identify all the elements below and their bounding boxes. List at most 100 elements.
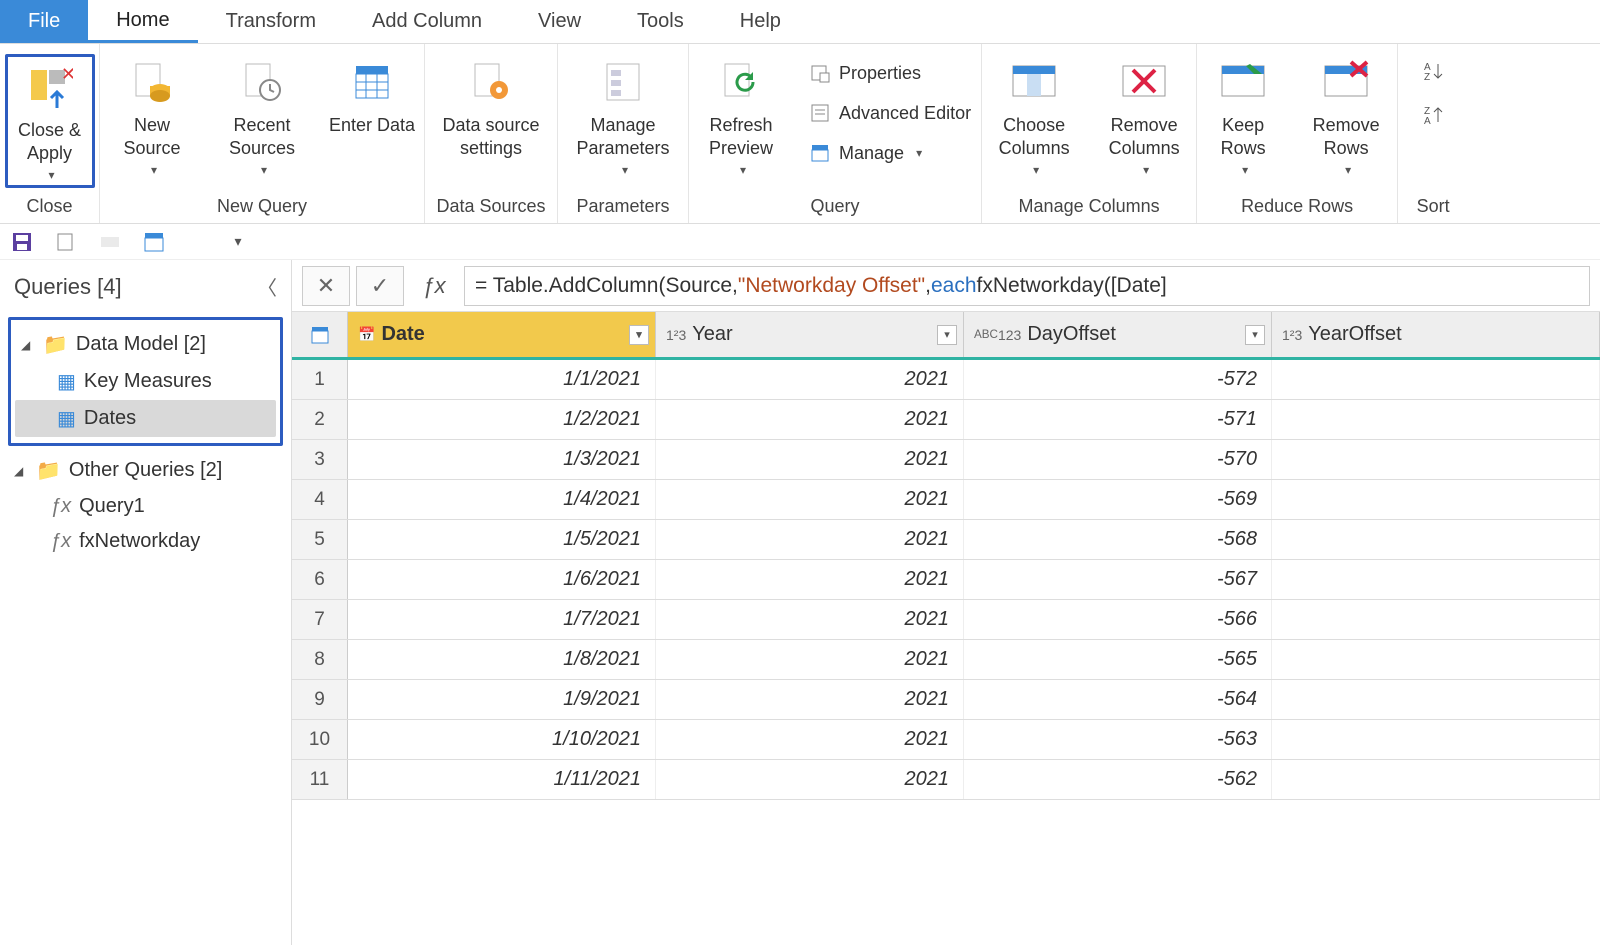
enter-data-button[interactable]: Enter Data bbox=[326, 54, 418, 137]
close-apply-button[interactable]: ✕ Close & Apply bbox=[10, 59, 90, 183]
cell-yearoffset[interactable] bbox=[1272, 440, 1600, 479]
properties-button[interactable]: Properties bbox=[805, 56, 975, 90]
row-header-corner[interactable] bbox=[292, 312, 348, 357]
cell-date[interactable]: 1/5/2021 bbox=[348, 520, 656, 559]
table-row[interactable]: 21/2/20212021-571 bbox=[292, 400, 1600, 440]
qat-icon-3[interactable] bbox=[98, 230, 122, 254]
sort-desc-button[interactable]: ZA bbox=[1418, 98, 1448, 132]
folder-other-queries[interactable]: ◢ 📁 Other Queries [2] bbox=[8, 452, 283, 489]
cell-year[interactable]: 2021 bbox=[656, 480, 964, 519]
table-row[interactable]: 101/10/20212021-563 bbox=[292, 720, 1600, 760]
cell-yearoffset[interactable] bbox=[1272, 680, 1600, 719]
cell-dayoffset[interactable]: -562 bbox=[964, 760, 1272, 799]
table-row[interactable]: 81/8/20212021-565 bbox=[292, 640, 1600, 680]
cell-year[interactable]: 2021 bbox=[656, 440, 964, 479]
table-row[interactable]: 51/5/20212021-568 bbox=[292, 520, 1600, 560]
cell-dayoffset[interactable]: -565 bbox=[964, 640, 1272, 679]
cell-dayoffset[interactable]: -569 bbox=[964, 480, 1272, 519]
cell-dayoffset[interactable]: -567 bbox=[964, 560, 1272, 599]
row-number[interactable]: 2 bbox=[292, 400, 348, 439]
column-header-year[interactable]: 1²3 Year ▾ bbox=[656, 312, 964, 357]
sort-asc-button[interactable]: AZ bbox=[1418, 54, 1448, 88]
menu-file[interactable]: File bbox=[0, 0, 88, 43]
cell-date[interactable]: 1/11/2021 bbox=[348, 760, 656, 799]
query-fxnetworkday[interactable]: ƒx fxNetworkday bbox=[8, 524, 283, 559]
cell-date[interactable]: 1/1/2021 bbox=[348, 360, 656, 399]
qat-customize-icon[interactable]: ▾ bbox=[226, 230, 250, 254]
row-number[interactable]: 4 bbox=[292, 480, 348, 519]
refresh-preview-button[interactable]: Refresh Preview bbox=[695, 54, 787, 178]
cell-year[interactable]: 2021 bbox=[656, 520, 964, 559]
cell-date[interactable]: 1/10/2021 bbox=[348, 720, 656, 759]
table-row[interactable]: 11/1/20212021-572 bbox=[292, 360, 1600, 400]
manage-button[interactable]: Manage bbox=[805, 136, 975, 170]
cell-yearoffset[interactable] bbox=[1272, 720, 1600, 759]
query-query1[interactable]: ƒx Query1 bbox=[8, 489, 283, 524]
column-date-filter-icon[interactable]: ▾ bbox=[629, 325, 649, 345]
new-source-button[interactable]: New Source bbox=[106, 54, 198, 178]
cell-dayoffset[interactable]: -570 bbox=[964, 440, 1272, 479]
table-row[interactable]: 61/6/20212021-567 bbox=[292, 560, 1600, 600]
cell-yearoffset[interactable] bbox=[1272, 400, 1600, 439]
remove-columns-button[interactable]: Remove Columns bbox=[1098, 54, 1190, 178]
cell-yearoffset[interactable] bbox=[1272, 600, 1600, 639]
column-header-date[interactable]: 📅 Date ▾ bbox=[348, 312, 656, 357]
cell-yearoffset[interactable] bbox=[1272, 760, 1600, 799]
data-source-settings-button[interactable]: Data source settings bbox=[431, 54, 551, 159]
table-row[interactable]: 71/7/20212021-566 bbox=[292, 600, 1600, 640]
cell-date[interactable]: 1/6/2021 bbox=[348, 560, 656, 599]
table-row[interactable]: 41/4/20212021-569 bbox=[292, 480, 1600, 520]
qat-icon-4[interactable] bbox=[142, 230, 166, 254]
keep-rows-button[interactable]: Keep Rows bbox=[1203, 54, 1283, 178]
choose-columns-button[interactable]: Choose Columns bbox=[988, 54, 1080, 178]
menu-view[interactable]: View bbox=[510, 0, 609, 43]
qat-icon-2[interactable] bbox=[54, 230, 78, 254]
formula-input[interactable]: = Table.AddColumn(Source, "Networkday Of… bbox=[464, 266, 1590, 306]
save-icon[interactable] bbox=[10, 230, 34, 254]
cell-yearoffset[interactable] bbox=[1272, 520, 1600, 559]
cell-dayoffset[interactable]: -571 bbox=[964, 400, 1272, 439]
row-number[interactable]: 7 bbox=[292, 600, 348, 639]
table-row[interactable]: 31/3/20212021-570 bbox=[292, 440, 1600, 480]
cell-dayoffset[interactable]: -564 bbox=[964, 680, 1272, 719]
cell-date[interactable]: 1/4/2021 bbox=[348, 480, 656, 519]
manage-parameters-button[interactable]: Manage Parameters bbox=[564, 54, 682, 178]
row-number[interactable]: 3 bbox=[292, 440, 348, 479]
collapse-pane-icon[interactable]: 〈 bbox=[257, 272, 277, 301]
row-number[interactable]: 1 bbox=[292, 360, 348, 399]
cell-yearoffset[interactable] bbox=[1272, 360, 1600, 399]
cell-year[interactable]: 2021 bbox=[656, 560, 964, 599]
advanced-editor-button[interactable]: Advanced Editor bbox=[805, 96, 975, 130]
cell-date[interactable]: 1/9/2021 bbox=[348, 680, 656, 719]
formula-cancel-button[interactable]: ✕ bbox=[302, 266, 350, 306]
row-number[interactable]: 11 bbox=[292, 760, 348, 799]
cell-year[interactable]: 2021 bbox=[656, 680, 964, 719]
cell-yearoffset[interactable] bbox=[1272, 480, 1600, 519]
folder-data-model[interactable]: ◢ 📁 Data Model [2] bbox=[15, 326, 276, 363]
column-header-dayoffset[interactable]: ABC123 DayOffset ▾ bbox=[964, 312, 1272, 357]
cell-dayoffset[interactable]: -568 bbox=[964, 520, 1272, 559]
remove-rows-button[interactable]: Remove Rows bbox=[1301, 54, 1391, 178]
column-dayoffset-filter-icon[interactable]: ▾ bbox=[1245, 325, 1265, 345]
cell-dayoffset[interactable]: -572 bbox=[964, 360, 1272, 399]
formula-accept-button[interactable]: ✓ bbox=[356, 266, 404, 306]
cell-date[interactable]: 1/2/2021 bbox=[348, 400, 656, 439]
cell-yearoffset[interactable] bbox=[1272, 640, 1600, 679]
column-header-yearoffset[interactable]: 1²3 YearOffset bbox=[1272, 312, 1600, 357]
table-row[interactable]: 91/9/20212021-564 bbox=[292, 680, 1600, 720]
menu-add-column[interactable]: Add Column bbox=[344, 0, 510, 43]
menu-tools[interactable]: Tools bbox=[609, 0, 712, 43]
cell-year[interactable]: 2021 bbox=[656, 760, 964, 799]
cell-year[interactable]: 2021 bbox=[656, 400, 964, 439]
row-number[interactable]: 6 bbox=[292, 560, 348, 599]
cell-date[interactable]: 1/8/2021 bbox=[348, 640, 656, 679]
grid-body[interactable]: 11/1/20212021-57221/2/20212021-57131/3/2… bbox=[292, 360, 1600, 945]
menu-help[interactable]: Help bbox=[712, 0, 809, 43]
cell-dayoffset[interactable]: -566 bbox=[964, 600, 1272, 639]
row-number[interactable]: 10 bbox=[292, 720, 348, 759]
table-row[interactable]: 111/11/20212021-562 bbox=[292, 760, 1600, 800]
cell-year[interactable]: 2021 bbox=[656, 600, 964, 639]
recent-sources-button[interactable]: Recent Sources bbox=[216, 54, 308, 178]
cell-yearoffset[interactable] bbox=[1272, 560, 1600, 599]
cell-year[interactable]: 2021 bbox=[656, 640, 964, 679]
